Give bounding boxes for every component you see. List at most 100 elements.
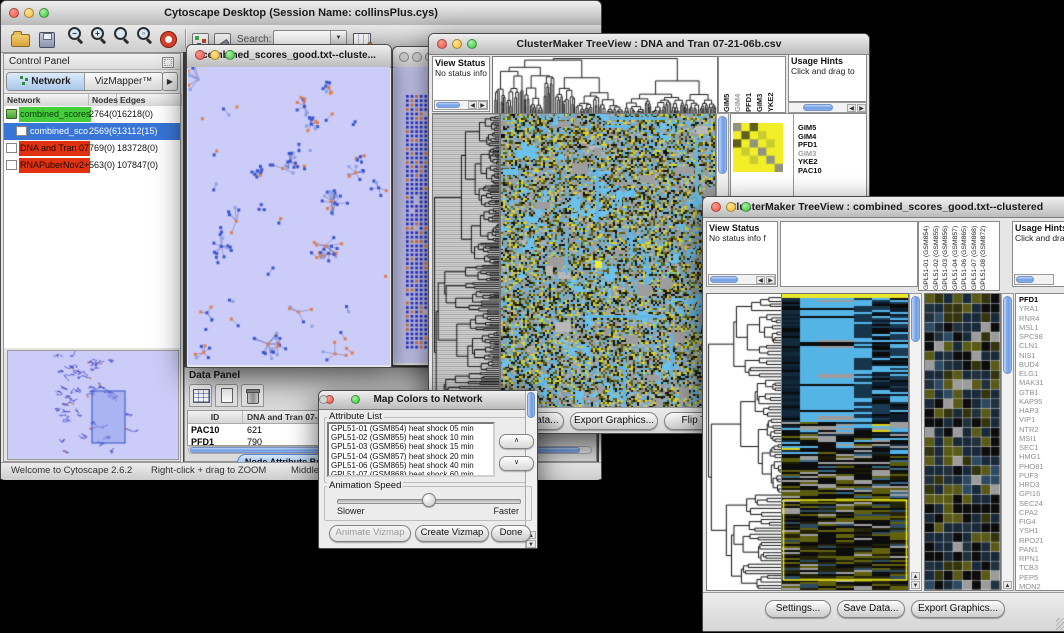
gene-label[interactable]: TCB3 [1019,563,1064,572]
gene-label[interactable]: VIP1 [1019,415,1064,424]
new-attribute-icon[interactable] [215,384,238,407]
close-icon[interactable] [437,39,447,49]
gene-label[interactable]: NIS1 [1019,351,1064,360]
move-down-button[interactable]: ∨ [499,456,534,471]
slider-thumb[interactable] [422,493,436,507]
minimize-icon[interactable] [24,8,34,18]
gene-label[interactable]: PFD1 [1019,295,1064,304]
scrollbar-thumb[interactable] [803,104,833,111]
scrollbar[interactable]: ◀ ▶ [708,274,776,285]
delete-attribute-icon[interactable] [241,384,264,407]
treeview-window-combined[interactable]: ClusterMaker TreeView : combined_scores_… [702,196,1064,632]
scroll-left-icon[interactable]: ◀ [756,276,765,284]
network-canvas[interactable] [188,67,390,365]
scrollbar-thumb[interactable] [436,102,460,108]
close-icon[interactable] [195,50,205,60]
gene-label[interactable]: MSL1 [1019,323,1064,332]
gene-label[interactable]: NTR2 [1019,425,1064,434]
treeview-button[interactable]: Export Graphics... [911,600,1005,618]
row-dendrogram-canvas[interactable] [432,113,500,410]
minimize-icon[interactable] [210,50,220,60]
heatmap-scrollbar[interactable]: ▲ ▼ [909,293,922,591]
zoom-scrollbar[interactable]: ▲ [1001,293,1014,591]
zoom-out-icon[interactable]: − [67,26,85,44]
gene-label[interactable]: HAP3 [1019,406,1064,415]
network-view-window[interactable]: combined_scores_good.txt--cluste... [186,44,392,368]
dialog-title-bar[interactable]: Map Colors to Network [319,391,537,410]
network-overview-canvas[interactable] [8,351,178,459]
column-label[interactable]: GPL51-03 (GSM856) [941,222,951,290]
column-dendrogram-canvas[interactable] [492,56,718,114]
gene-label[interactable]: YRA1 [1019,304,1064,313]
gene-label[interactable]: MAK31 [1019,378,1064,387]
scroll-down-icon[interactable]: ▼ [526,540,536,548]
table-row[interactable]: RNAPuberNov2+ 563(0) 107847(0) [4,157,180,174]
column-label[interactable]: GPL51-01 (GSM854) [922,222,932,290]
scroll-left-icon[interactable]: ◀ [468,101,477,109]
window-title-bar[interactable]: ClusterMaker TreeView : combined_scores_… [703,197,1064,218]
column-label[interactable]: GPL51-06 (GSM865) [960,222,970,290]
attribute-list-item[interactable]: GPL51-03 (GSM856) heat shock 15 min [329,442,493,451]
dialog-button[interactable]: Done [491,525,531,542]
gene-label[interactable]: PAC10 [798,167,822,176]
scrollbar[interactable]: ◀ ▶ [434,100,488,110]
float-panel-icon[interactable] [162,57,174,68]
gene-label[interactable]: PUF3 [1019,471,1064,480]
scrollbar-thumb[interactable] [1003,296,1012,374]
attribute-list-item[interactable]: GPL51-02 (GSM855) heat shock 10 min [329,433,493,442]
scrollbar-thumb[interactable] [710,276,738,283]
help-icon[interactable] [161,29,181,49]
column-label[interactable]: GIM3 [755,57,764,112]
gene-label[interactable]: PEP5 [1019,573,1064,582]
table-row[interactable]: combined_scores 2764(0) 16218(0) [4,106,180,123]
tab-overflow-icon[interactable]: ▶ [162,72,178,91]
scroll-right-icon[interactable]: ▶ [857,104,866,112]
dialog-button[interactable]: Animate Vizmap [329,525,411,542]
zoom-window-icon[interactable] [351,395,360,404]
minimize-icon[interactable] [726,202,736,212]
scroll-down-icon[interactable]: ▼ [911,581,920,589]
gene-label[interactable]: GPI16 [1019,489,1064,498]
zoom-window-icon[interactable] [225,50,235,60]
gene-label[interactable]: BUD4 [1019,360,1064,369]
scrollbar-thumb[interactable] [1016,276,1034,283]
main-title-bar[interactable]: Cytoscape Desktop (Session Name: collins… [1,1,601,26]
window-title-bar[interactable]: ClusterMaker TreeView : DNA and Tran 07-… [429,34,869,55]
column-label[interactable]: GPL51-04 (GSM857) [951,222,961,290]
attribute-list[interactable]: GPL51-01 (GSM854) heat shock 05 minGPL51… [327,422,495,477]
open-file-icon[interactable] [11,29,31,49]
window-title-bar[interactable]: combined_scores_good.txt--cluste... [187,45,391,68]
gene-label[interactable]: RNR4 [1019,314,1064,323]
column-tree-panel[interactable] [780,221,918,287]
gene-label[interactable]: SEC24 [1019,499,1064,508]
scroll-up-icon[interactable]: ▲ [1003,581,1012,589]
column-label[interactable]: PFD1 [744,57,753,112]
selection-zoom-canvas[interactable] [924,293,1001,591]
scrollbar-thumb[interactable] [527,392,535,418]
scrollbar[interactable] [1014,274,1054,285]
gene-label[interactable]: SPC98 [1019,332,1064,341]
similarity-matrix-canvas[interactable] [733,123,783,172]
gene-label[interactable]: PAN1 [1019,545,1064,554]
close-icon[interactable] [711,202,721,212]
dialog-button[interactable]: Create Vizmap [415,525,489,542]
gene-label[interactable]: CLN1 [1019,341,1064,350]
row-dendrogram-canvas[interactable] [706,293,783,591]
attribute-list-item[interactable]: GPL51-06 (GSM865) heat shock 40 min [329,461,493,470]
attribute-list-item[interactable]: GPL51-07 (GSM868) heat shock 60 min [329,470,493,477]
scrollbar-thumb[interactable] [718,116,727,174]
close-icon[interactable] [399,52,409,62]
zoom-window-icon[interactable] [741,202,751,212]
gene-label[interactable]: HRD3 [1019,480,1064,489]
zoom-selected-icon[interactable]: ▫ [136,26,154,44]
scroll-left-icon[interactable]: ◀ [847,104,856,112]
gene-label[interactable]: KAP95 [1019,397,1064,406]
zoom-fit-icon[interactable] [113,26,131,44]
zoom-window-icon[interactable] [467,39,477,49]
attribute-list-item[interactable]: GPL51-01 (GSM854) heat shock 05 min [329,424,493,433]
treeview-button[interactable]: Save Data... [837,600,905,618]
map-colors-dialog[interactable]: Map Colors to Network Attribute List GPL… [318,390,538,549]
scroll-right-icon[interactable]: ▶ [766,276,775,284]
minimize-icon[interactable] [452,39,462,49]
gene-label[interactable]: YSH1 [1019,526,1064,535]
